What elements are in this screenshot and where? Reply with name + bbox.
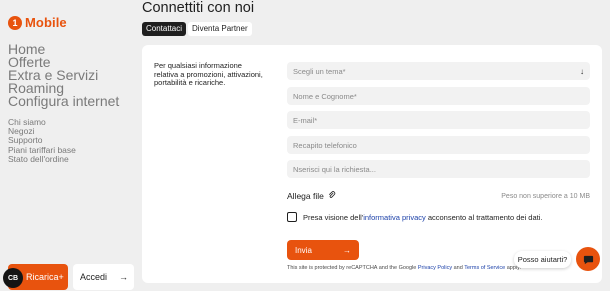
- logo[interactable]: 1 Mobile: [8, 15, 67, 30]
- name-placeholder: Nome e Cognome*: [293, 91, 357, 101]
- privacy-policy-link[interactable]: informativa privacy: [363, 213, 426, 222]
- plus-icon: +: [58, 272, 64, 282]
- privacy-suffix: acconsento al trattamento dei dati.: [425, 212, 543, 222]
- tab-diventa-partner[interactable]: Diventa Partner: [188, 22, 252, 36]
- attach-row: Allega file Peso non superiore a 10 MB: [287, 191, 590, 201]
- page-title: Connettiti con noi: [142, 0, 255, 16]
- request-field[interactable]: Nserisci qui la richiesta...: [287, 160, 590, 178]
- recaptcha-and: and: [452, 265, 465, 271]
- chat-button[interactable]: [576, 247, 600, 271]
- logo-mark: 1: [8, 15, 22, 30]
- name-field[interactable]: Nome e Cognome*: [287, 87, 590, 105]
- tab-contattaci[interactable]: Contattaci: [142, 22, 187, 36]
- chat-prompt-bubble[interactable]: Posso aiutarti?: [514, 251, 571, 268]
- chat-icon: [583, 254, 594, 265]
- ricarica-label: Ricarica: [26, 272, 59, 282]
- google-privacy-link[interactable]: Privacy Policy: [418, 265, 452, 271]
- recaptcha-prefix: This site is protected by reCAPTCHA and …: [287, 265, 418, 271]
- recaptcha-notice: This site is protected by reCAPTCHA and …: [287, 265, 521, 271]
- tabs: Contattaci Diventa Partner: [142, 22, 252, 36]
- request-placeholder: Nserisci qui la richiesta...: [293, 164, 376, 174]
- attach-size-hint: Peso non superiore a 10 MB: [501, 192, 590, 200]
- nav-item-configura-internet[interactable]: Configura internet: [8, 94, 119, 108]
- email-field[interactable]: E-mail*: [287, 111, 590, 129]
- privacy-checkbox[interactable]: [287, 212, 297, 222]
- main-nav: Home Offerte Extra e Servizi Roaming Con…: [8, 42, 119, 108]
- paperclip-icon: [328, 191, 336, 201]
- nav-item-stato-ordine[interactable]: Stato dell'ordine: [8, 154, 76, 164]
- attach-label: Allega file: [287, 191, 324, 201]
- topic-select[interactable]: Scegli un tema* ↓: [287, 62, 590, 80]
- sidebar: 1 Mobile Home Offerte Extra e Servizi Ro…: [0, 0, 138, 291]
- privacy-prefix: Presa visione dell': [303, 212, 364, 222]
- privacy-text: Presa visione dell'informativa privacy a…: [303, 213, 543, 222]
- accedi-label: Accedi: [80, 272, 108, 282]
- privacy-row: Presa visione dell'informativa privacy a…: [287, 212, 543, 222]
- attach-file-button[interactable]: Allega file: [287, 191, 336, 201]
- cookie-settings-button[interactable]: CB: [3, 268, 23, 288]
- phone-field[interactable]: Recapito telefonico: [287, 136, 590, 154]
- logo-text: Mobile: [25, 15, 67, 30]
- submit-button[interactable]: Invia →: [287, 240, 359, 260]
- submit-label: Invia: [295, 245, 312, 255]
- email-placeholder: E-mail*: [293, 115, 318, 125]
- phone-placeholder: Recapito telefonico: [293, 140, 357, 150]
- google-terms-link[interactable]: Terms of Service: [464, 265, 505, 271]
- arrow-right-icon: →: [119, 272, 128, 282]
- secondary-nav: Chi siamo Negozi Supporto Piani tariffar…: [8, 117, 76, 164]
- contact-form-panel: Per qualsiasi informazione relativa a pr…: [142, 45, 602, 283]
- accedi-button[interactable]: Accedi →: [73, 264, 134, 290]
- arrow-right-icon: →: [343, 245, 351, 255]
- topic-placeholder: Scegli un tema*: [293, 66, 346, 76]
- arrow-down-icon: ↓: [580, 66, 584, 76]
- info-text: Per qualsiasi informazione relativa a pr…: [154, 61, 263, 88]
